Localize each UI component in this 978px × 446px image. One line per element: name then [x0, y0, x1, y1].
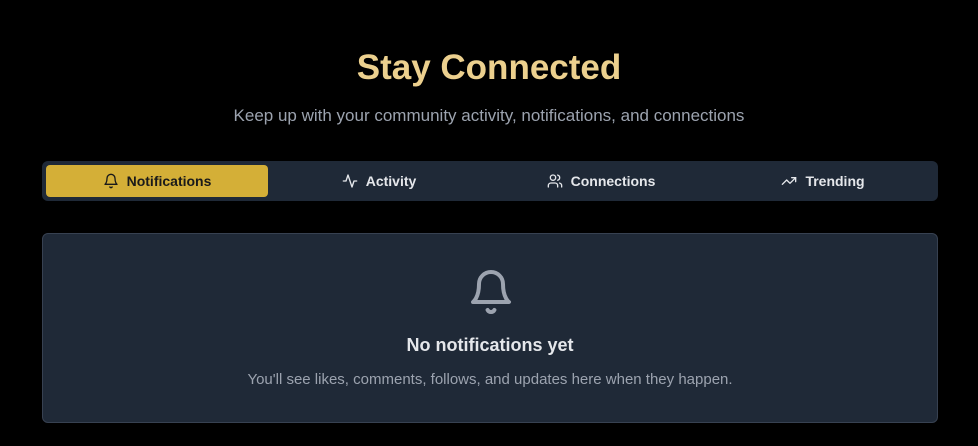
page: Stay Connected Keep up with your communi…: [0, 0, 978, 446]
tab-activity[interactable]: Activity: [268, 165, 490, 197]
page-subtitle: Keep up with your community activity, no…: [233, 106, 745, 125]
users-icon: [547, 173, 563, 189]
tab-label: Notifications: [126, 173, 212, 189]
bell-icon: [103, 173, 119, 189]
tab-label: Connections: [570, 173, 656, 189]
empty-state-title: No notifications yet: [406, 335, 574, 355]
activity-icon: [342, 173, 358, 189]
trending-up-icon: [781, 173, 797, 189]
empty-state-message: You'll see likes, comments, follows, and…: [247, 371, 733, 388]
bell-icon: [467, 268, 515, 316]
page-title: Stay Connected: [356, 48, 622, 87]
tab-notifications[interactable]: Notifications: [46, 165, 268, 197]
tab-bar: Notifications Activity Connections Trend…: [42, 161, 938, 201]
tab-trending[interactable]: Trending: [712, 165, 934, 197]
tab-label: Activity: [365, 173, 417, 189]
tab-connections[interactable]: Connections: [490, 165, 712, 197]
tab-label: Trending: [805, 173, 865, 189]
notifications-panel: No notifications yet You'll see likes, c…: [42, 233, 938, 423]
